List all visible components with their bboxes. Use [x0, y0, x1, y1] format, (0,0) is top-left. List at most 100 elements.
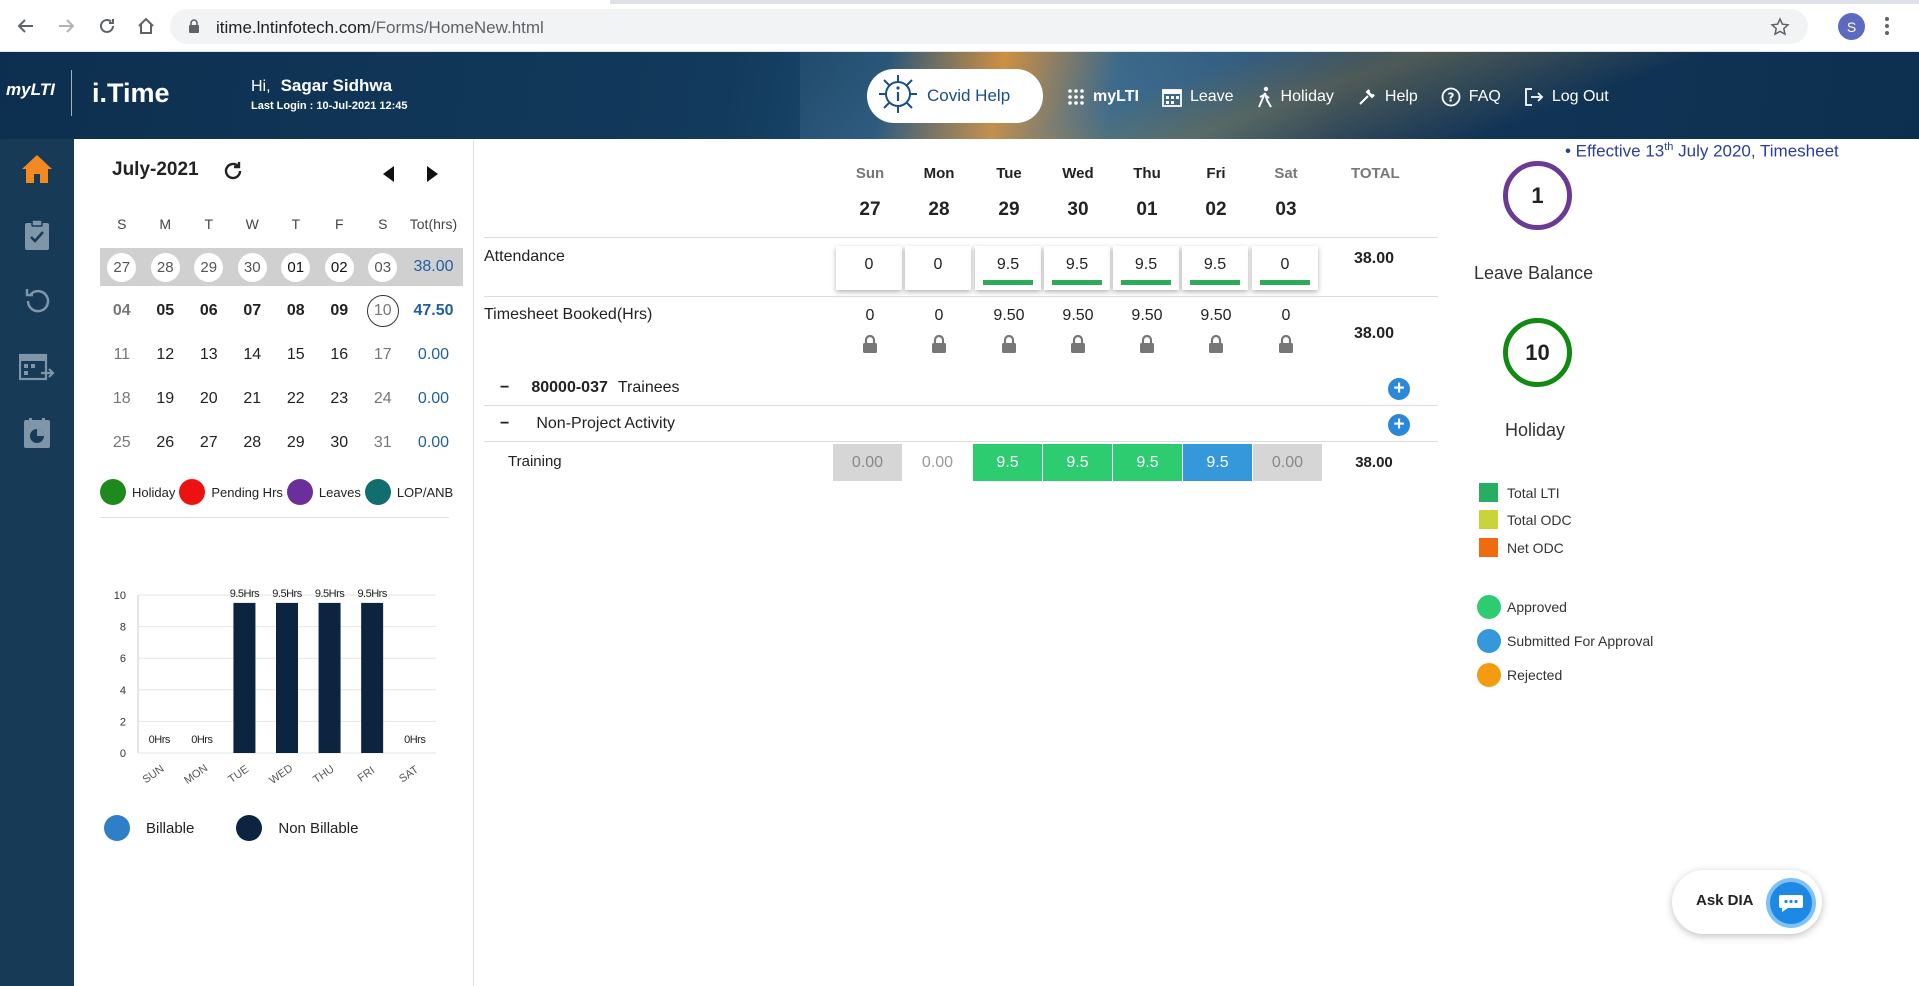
nav-help[interactable]: Help	[1357, 87, 1418, 107]
leave-balance-badge[interactable]: 1	[1503, 161, 1572, 230]
calendar-day[interactable]: 24	[361, 380, 405, 418]
calendar-day[interactable]: 23	[318, 380, 362, 418]
sidebar-item-schedule[interactable]	[0, 337, 74, 397]
collapse-button[interactable]: −	[500, 415, 509, 433]
nav-faq[interactable]: ? FAQ	[1441, 87, 1501, 107]
bar	[233, 602, 256, 753]
attendance-cell: 9.5	[1182, 246, 1248, 290]
calendar-day[interactable]: 17	[361, 336, 405, 374]
data-label: 0Hrs	[191, 734, 213, 746]
calendar-day[interactable]: 18	[100, 380, 144, 418]
calendar-day[interactable]: 27	[187, 424, 231, 462]
back-icon[interactable]	[12, 12, 40, 40]
calendar-day[interactable]: 08	[274, 292, 318, 330]
bookmark-star-icon[interactable]	[1770, 17, 1790, 42]
calendar-day[interactable]: 30	[318, 424, 362, 462]
calendar-day[interactable]: 21	[231, 380, 275, 418]
calendar-week-row: 18 19 20 21 22 23 24 0.00	[100, 380, 463, 418]
x-tick-label: MON	[182, 762, 210, 787]
data-label: 9.5Hrs	[272, 588, 302, 600]
top-nav: myLTI Leave Holiday Help ? FAQ Log Out	[1067, 86, 1632, 108]
calendar-day[interactable]: 19	[144, 380, 188, 418]
training-cell[interactable]: 0.00	[1253, 444, 1322, 481]
nav-logout[interactable]: Log Out	[1524, 87, 1609, 107]
y-tick-label: 2	[120, 716, 126, 728]
billable-dot	[104, 815, 130, 841]
calendar-day[interactable]: 02	[318, 248, 362, 286]
calendar-week-row: 27 28 29 30 01 02 03 38.00	[100, 248, 463, 286]
calendar-day[interactable]: 12	[144, 336, 188, 374]
profile-avatar[interactable]: S	[1838, 13, 1865, 40]
covid-help-button[interactable]: Covid Help	[867, 69, 1043, 123]
calendar-day[interactable]: 04	[100, 292, 144, 330]
calendar-day[interactable]: 07	[231, 292, 275, 330]
divider	[484, 237, 1438, 238]
calendar-weekday-header: S M T W T F S Tot(hrs)	[117, 216, 458, 232]
ask-dia-button[interactable]: Ask DIA	[1672, 870, 1822, 934]
booked-value: 9.50	[1062, 307, 1094, 324]
booked-value: 9.50	[993, 307, 1025, 324]
nav-mylti[interactable]: myLTI	[1067, 88, 1139, 106]
home-browser-icon[interactable]	[132, 12, 160, 40]
calendar-day[interactable]: 29	[187, 248, 231, 286]
sidebar-item-timesheet[interactable]	[0, 205, 74, 265]
calendar-day[interactable]: 28	[231, 424, 275, 462]
nav-holiday[interactable]: Holiday	[1257, 86, 1334, 108]
add-project-task-button[interactable]: +	[1388, 378, 1410, 400]
calendar-day[interactable]: 20	[187, 380, 231, 418]
training-cell[interactable]: 9.5	[1113, 444, 1182, 481]
mylti-logo[interactable]: myLTI	[6, 80, 55, 100]
reload-icon[interactable]	[93, 12, 121, 40]
y-tick-label: 4	[120, 685, 126, 697]
right-panel: • Effective 13th July 2020, Timesheet 1 …	[1429, 139, 1919, 986]
calendar-day[interactable]: 28	[144, 248, 188, 286]
training-cell[interactable]: 9.5	[1043, 444, 1112, 481]
greeting: Hi, Sagar Sidhwa	[251, 76, 393, 95]
calendar-day[interactable]: 15	[274, 336, 318, 374]
calendar-week-row: 25 26 27 28 29 30 31 0.00	[100, 424, 463, 462]
browser-menu-icon[interactable]	[1884, 16, 1890, 41]
refresh-icon[interactable]	[222, 160, 244, 187]
calendar-day[interactable]: 25	[100, 424, 144, 462]
next-month-icon[interactable]	[426, 166, 438, 187]
training-cell[interactable]: 0.00	[833, 444, 902, 481]
calendar-day-today[interactable]: 10	[361, 292, 405, 330]
calendar-day[interactable]: 05	[144, 292, 188, 330]
calendar-day[interactable]: 06	[187, 292, 231, 330]
collapse-button[interactable]: −	[500, 379, 509, 397]
calendar-day[interactable]: 03	[361, 248, 405, 286]
week-total: 0.00	[417, 434, 450, 451]
non-project-row: − Non-Project Activity	[500, 415, 675, 433]
calendar-day[interactable]: 14	[231, 336, 275, 374]
calendar-day[interactable]: 29	[274, 424, 318, 462]
calendar-day[interactable]: 13	[187, 336, 231, 374]
holiday-badge[interactable]: 10	[1503, 318, 1572, 387]
news-ticker[interactable]: • Effective 13th July 2020, Timesheet	[1565, 141, 1859, 162]
undo-icon	[25, 289, 50, 313]
training-cell[interactable]: 9.5	[1183, 444, 1252, 481]
booked-value: 0	[865, 307, 875, 324]
calendar-day[interactable]: 31	[361, 424, 405, 462]
calendar-day[interactable]: 26	[144, 424, 188, 462]
calendar-month: July-2021	[112, 159, 199, 180]
calendar-day[interactable]: 11	[100, 336, 144, 374]
address-bar[interactable]: itime.lntinfotech.com/Forms/HomeNew.html	[170, 9, 1808, 44]
attendance-cell: 0	[905, 246, 971, 290]
sidebar-item-home[interactable]	[0, 139, 74, 199]
calendar-day[interactable]: 27	[100, 248, 144, 286]
bar	[276, 602, 298, 753]
booked-value: 9.50	[1131, 307, 1163, 324]
nav-leave[interactable]: Leave	[1162, 87, 1234, 107]
prev-month-icon[interactable]	[383, 166, 395, 187]
sidebar-item-reports[interactable]	[0, 403, 74, 463]
calendar-day[interactable]: 01	[274, 248, 318, 286]
calendar-day[interactable]: 30	[231, 248, 275, 286]
calendar-day[interactable]: 09	[318, 292, 362, 330]
calendar-day[interactable]: 16	[318, 336, 362, 374]
calendar-day[interactable]: 22	[274, 380, 318, 418]
training-cell[interactable]: 0.00	[903, 444, 972, 481]
training-cell[interactable]: 9.5	[973, 444, 1042, 481]
forward-icon[interactable]	[52, 12, 80, 40]
add-activity-button[interactable]: +	[1388, 414, 1410, 436]
sidebar-item-revert[interactable]	[0, 271, 74, 331]
